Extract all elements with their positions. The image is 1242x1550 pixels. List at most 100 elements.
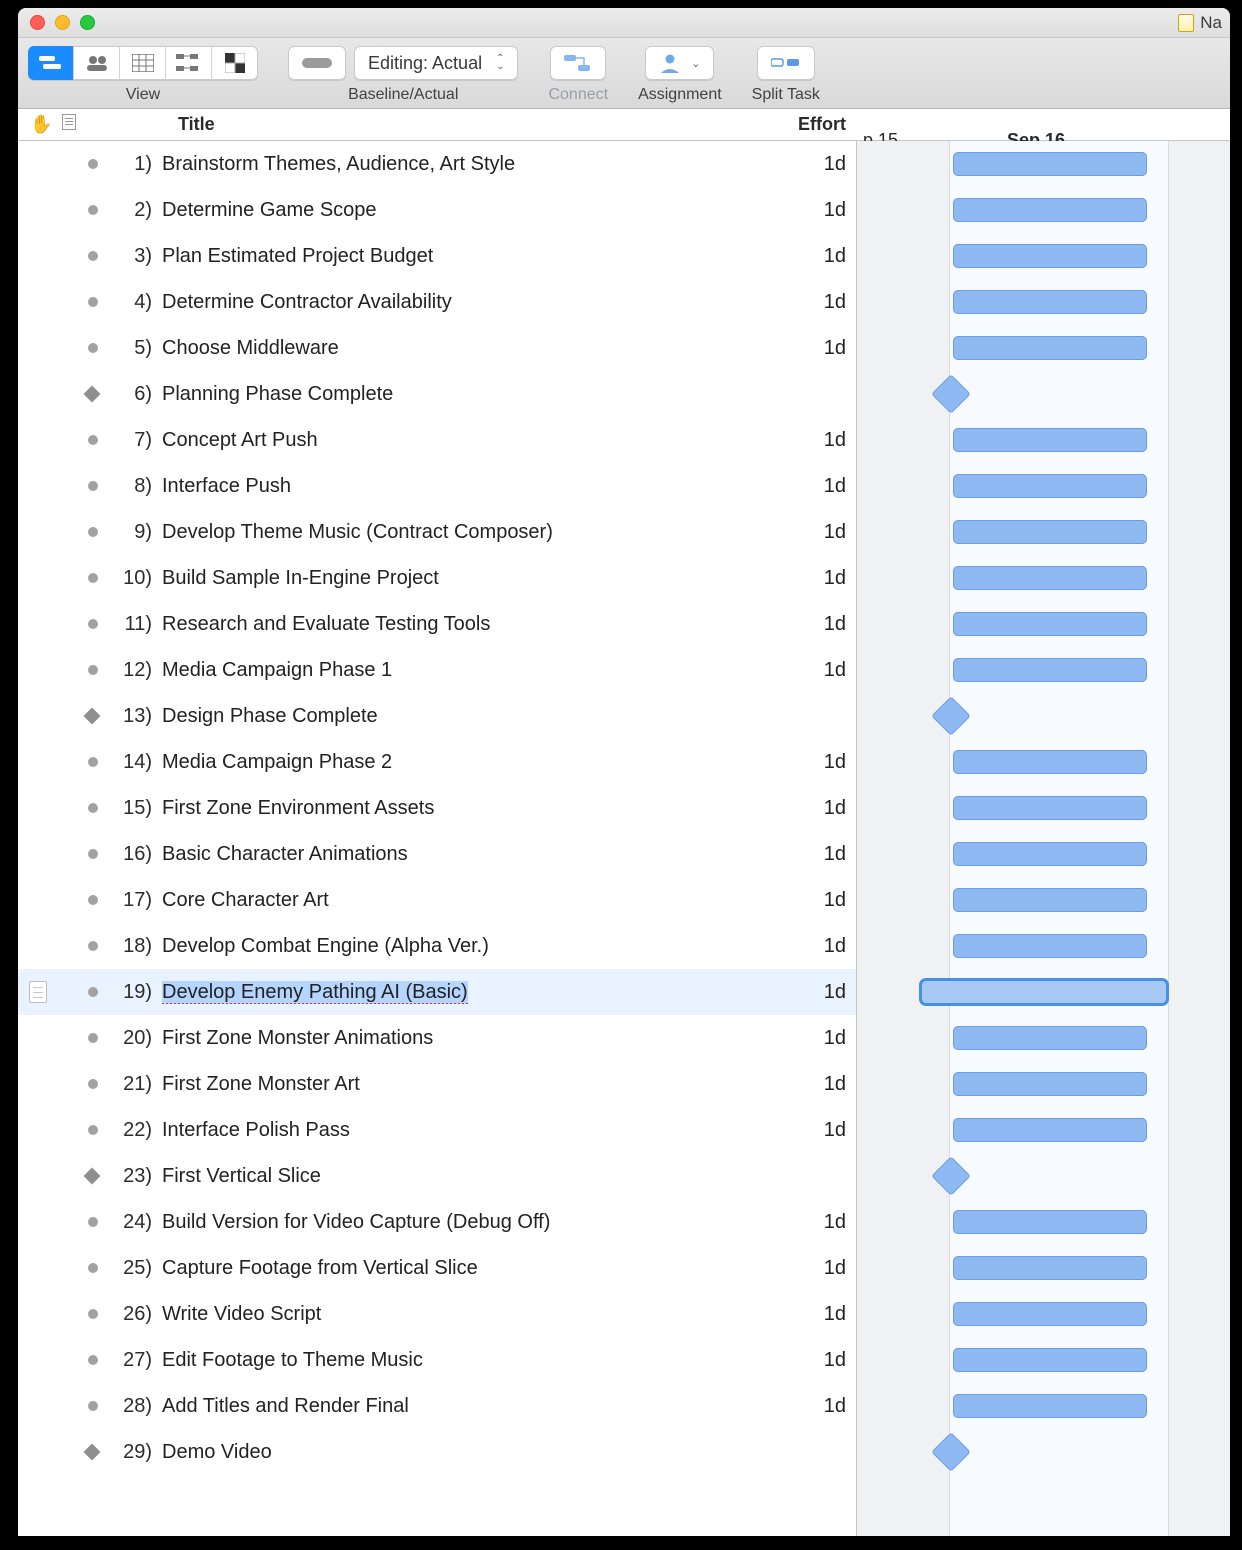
- task-title[interactable]: Plan Estimated Project Budget: [158, 245, 748, 268]
- gantt-bar[interactable]: [921, 980, 1167, 1004]
- task-row[interactable]: 20)First Zone Monster Animations1d: [18, 1015, 856, 1061]
- task-effort[interactable]: 1d: [748, 521, 856, 544]
- gantt-bar[interactable]: [953, 198, 1147, 222]
- task-row[interactable]: 17)Core Character Art1d: [18, 877, 856, 923]
- task-effort[interactable]: 1d: [748, 1119, 856, 1142]
- task-effort[interactable]: 1d: [748, 429, 856, 452]
- task-title[interactable]: First Zone Monster Art: [158, 1073, 748, 1096]
- task-title[interactable]: Interface Polish Pass: [158, 1119, 748, 1142]
- assignment-button[interactable]: ⌄: [645, 46, 714, 80]
- task-title[interactable]: Demo Video: [158, 1441, 748, 1464]
- gantt-bar[interactable]: [953, 1210, 1147, 1234]
- task-row[interactable]: 1)Brainstorm Themes, Audience, Art Style…: [18, 141, 856, 187]
- gantt-bar[interactable]: [953, 796, 1147, 820]
- hand-icon[interactable]: ✋: [30, 114, 52, 135]
- task-effort[interactable]: 1d: [748, 1073, 856, 1096]
- task-effort[interactable]: 1d: [748, 1211, 856, 1234]
- task-effort[interactable]: 1d: [748, 1027, 856, 1050]
- gantt-bar[interactable]: [953, 1118, 1147, 1142]
- task-effort[interactable]: 1d: [748, 935, 856, 958]
- connect-button[interactable]: [550, 46, 606, 80]
- gantt-bar[interactable]: [953, 520, 1147, 544]
- task-row[interactable]: 3)Plan Estimated Project Budget1d: [18, 233, 856, 279]
- gantt-bar[interactable]: [953, 1394, 1147, 1418]
- task-title[interactable]: Media Campaign Phase 2: [158, 751, 748, 774]
- gantt-bar[interactable]: [953, 612, 1147, 636]
- task-effort[interactable]: 1d: [748, 153, 856, 176]
- task-title[interactable]: Develop Theme Music (Contract Composer): [158, 521, 748, 544]
- task-effort[interactable]: 1d: [748, 1257, 856, 1280]
- task-title[interactable]: Interface Push: [158, 475, 748, 498]
- task-title[interactable]: Research and Evaluate Testing Tools: [158, 613, 748, 636]
- task-title[interactable]: Basic Character Animations: [158, 843, 748, 866]
- task-effort[interactable]: 1d: [748, 291, 856, 314]
- view-calendar-button[interactable]: [120, 46, 166, 80]
- view-resources-button[interactable]: [74, 46, 120, 80]
- title-column-header[interactable]: Title: [108, 114, 748, 135]
- task-title[interactable]: Build Sample In-Engine Project: [158, 567, 748, 590]
- gantt-bar[interactable]: [953, 1256, 1147, 1280]
- gantt-bar[interactable]: [953, 336, 1147, 360]
- task-row[interactable]: 15)First Zone Environment Assets1d: [18, 785, 856, 831]
- close-button[interactable]: [30, 15, 45, 30]
- task-row[interactable]: 16)Basic Character Animations1d: [18, 831, 856, 877]
- task-row[interactable]: 13)Design Phase Complete: [18, 693, 856, 739]
- task-effort[interactable]: 1d: [748, 981, 856, 1004]
- gantt-bar[interactable]: [953, 566, 1147, 590]
- gantt-bar[interactable]: [953, 1302, 1147, 1326]
- task-title[interactable]: Develop Enemy Pathing AI (Basic): [158, 981, 748, 1004]
- task-effort[interactable]: 1d: [748, 889, 856, 912]
- zoom-button[interactable]: [80, 15, 95, 30]
- task-row[interactable]: 24)Build Version for Video Capture (Debu…: [18, 1199, 856, 1245]
- task-title[interactable]: Determine Game Scope: [158, 199, 748, 222]
- task-effort[interactable]: 1d: [748, 1349, 856, 1372]
- task-row[interactable]: 12)Media Campaign Phase 11d: [18, 647, 856, 693]
- task-title[interactable]: Core Character Art: [158, 889, 748, 912]
- task-row[interactable]: 2)Determine Game Scope1d: [18, 187, 856, 233]
- task-title[interactable]: Develop Combat Engine (Alpha Ver.): [158, 935, 748, 958]
- gantt-bar[interactable]: [953, 290, 1147, 314]
- task-title[interactable]: First Zone Environment Assets: [158, 797, 748, 820]
- task-title[interactable]: Concept Art Push: [158, 429, 748, 452]
- task-title[interactable]: Capture Footage from Vertical Slice: [158, 1257, 748, 1280]
- task-title[interactable]: Choose Middleware: [158, 337, 748, 360]
- gantt-bar[interactable]: [953, 1348, 1147, 1372]
- task-row[interactable]: 26)Write Video Script1d: [18, 1291, 856, 1337]
- view-segmented-control[interactable]: [28, 46, 258, 80]
- gantt-bar[interactable]: [953, 888, 1147, 912]
- gantt-bar[interactable]: [953, 750, 1147, 774]
- task-effort[interactable]: 1d: [748, 245, 856, 268]
- task-effort[interactable]: 1d: [748, 475, 856, 498]
- task-effort[interactable]: 1d: [748, 1303, 856, 1326]
- task-effort[interactable]: 1d: [748, 751, 856, 774]
- minimize-button[interactable]: [55, 15, 70, 30]
- view-network-button[interactable]: [166, 46, 212, 80]
- task-title[interactable]: First Zone Monster Animations: [158, 1027, 748, 1050]
- task-title[interactable]: Write Video Script: [158, 1303, 748, 1326]
- task-title[interactable]: Planning Phase Complete: [158, 383, 748, 406]
- task-effort[interactable]: 1d: [748, 567, 856, 590]
- gantt-bar[interactable]: [953, 474, 1147, 498]
- task-title[interactable]: Design Phase Complete: [158, 705, 748, 728]
- note-column-icon[interactable]: [62, 114, 76, 130]
- task-effort[interactable]: 1d: [748, 843, 856, 866]
- task-effort[interactable]: 1d: [748, 659, 856, 682]
- task-row[interactable]: 25)Capture Footage from Vertical Slice1d: [18, 1245, 856, 1291]
- task-row[interactable]: 28)Add Titles and Render Final1d: [18, 1383, 856, 1429]
- gantt-bar[interactable]: [953, 244, 1147, 268]
- task-row[interactable]: 8)Interface Push1d: [18, 463, 856, 509]
- task-effort[interactable]: 1d: [748, 797, 856, 820]
- task-row[interactable]: 19)Develop Enemy Pathing AI (Basic)1d: [18, 969, 856, 1015]
- task-effort[interactable]: 1d: [748, 613, 856, 636]
- gantt-timeline[interactable]: [856, 141, 1230, 1536]
- gantt-bar[interactable]: [953, 934, 1147, 958]
- gantt-bar[interactable]: [953, 428, 1147, 452]
- task-title[interactable]: Edit Footage to Theme Music: [158, 1349, 748, 1372]
- task-effort[interactable]: 1d: [748, 199, 856, 222]
- gantt-bar[interactable]: [953, 1026, 1147, 1050]
- split-task-button[interactable]: [757, 46, 815, 80]
- task-title[interactable]: Determine Contractor Availability: [158, 291, 748, 314]
- gantt-bar[interactable]: [953, 658, 1147, 682]
- task-row[interactable]: 10)Build Sample In-Engine Project1d: [18, 555, 856, 601]
- task-row[interactable]: 18)Develop Combat Engine (Alpha Ver.)1d: [18, 923, 856, 969]
